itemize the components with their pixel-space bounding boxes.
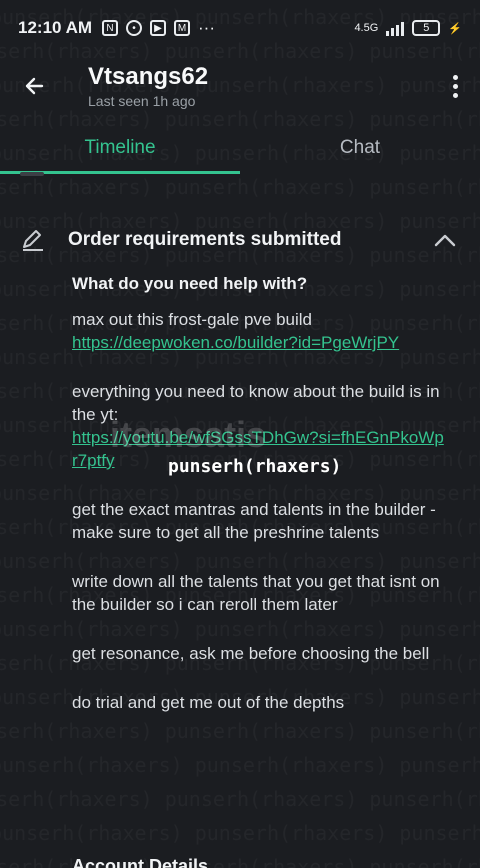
back-arrow-icon[interactable] [22, 74, 46, 98]
nfc-icon: N [102, 20, 119, 36]
status-time: 12:10 AM [18, 18, 93, 37]
watermark-row: punserh(rhaxers) punserh(rhaxers) punser… [0, 782, 480, 816]
requirement-text: max out this frost-gale pve build [72, 310, 313, 329]
chat-icon: • [126, 20, 143, 36]
username: Vtsangs62 [88, 63, 209, 90]
itemsatis-watermark-logo: itemsatis [110, 414, 267, 455]
order-requirements-header[interactable]: Order requirements submitted [20, 222, 460, 258]
more-options-icon[interactable] [453, 74, 458, 98]
tab-chat[interactable]: Chat [240, 120, 480, 176]
last-seen: Last seen 1h ago [88, 93, 196, 109]
watermark-row: punserh(rhaxers) punserh(rhaxers) punser… [0, 816, 480, 850]
edit-icon [23, 230, 43, 251]
timeline-connector [20, 172, 44, 176]
battery-icon: 5 [412, 20, 441, 36]
signal-icon [386, 20, 405, 36]
center-watermark-text: punserh(rhaxers) [168, 456, 342, 477]
chat-header: Vtsangs62 Last seen 1h ago [0, 56, 480, 116]
charging-icon: ⚡ [448, 22, 462, 35]
watermark-row: punserh(rhaxers) punserh(rhaxers) punser… [0, 748, 480, 782]
tab-timeline[interactable]: Timeline [0, 120, 240, 176]
account-details-heading: Account Details [72, 856, 209, 868]
requirement-paragraph: max out this frost-gale pve build https:… [72, 308, 444, 354]
more-notifications-icon: ··· [198, 18, 215, 37]
tab-bar: Timeline Chat [0, 120, 480, 176]
requirement-paragraph: get resonance, ask me before choosing th… [72, 644, 430, 663]
user-info[interactable]: Vtsangs62 Last seen 1h ago [88, 63, 208, 109]
chevron-up-icon[interactable] [434, 233, 456, 247]
requirements-body: max out this frost-gale pve build https:… [72, 308, 444, 740]
requirement-paragraph: write down all the talents that you get … [72, 572, 440, 614]
status-right: 4.5G 5 ⚡ [354, 20, 462, 36]
status-bar: 12:10 AM N • ▶ M ··· 4.5G 5 ⚡ [0, 0, 480, 56]
requirement-paragraph: do trial and get me out of the depths [72, 693, 345, 712]
battery-level: 5 [423, 22, 430, 34]
gmail-icon: M [174, 20, 191, 36]
order-title: Order requirements submitted [68, 229, 342, 250]
builder-link[interactable]: https://deepwoken.co/builder?id=PgeWrjPY [72, 333, 399, 352]
notification-icons: N • ▶ M ··· [102, 18, 215, 38]
network-type-label: 4.5G [354, 22, 379, 34]
requirement-paragraph: get the exact mantras and talents in the… [72, 500, 436, 542]
question-heading: What do you need help with? [72, 274, 308, 293]
youtube-icon: ▶ [150, 20, 167, 36]
